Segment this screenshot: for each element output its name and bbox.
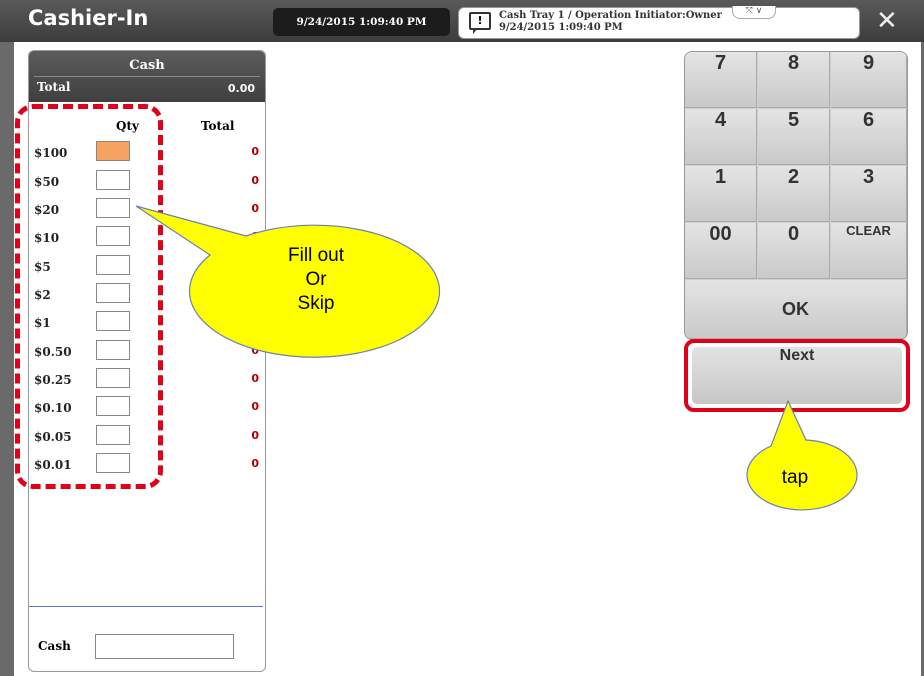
numeric-keypad: 7 8 9 4 5 6 1 2 3 00 0 CLEAR OK <box>684 51 908 340</box>
cash-header: Cash Total 0.00 <box>29 51 265 102</box>
key-3[interactable]: 3 <box>831 166 907 222</box>
key-8[interactable]: 8 <box>758 52 830 108</box>
denomination-total: 0 <box>251 457 259 470</box>
key-9[interactable]: 9 <box>831 52 907 108</box>
denomination-total: 0 <box>251 174 259 187</box>
message-time: 9/24/2015 1:09:40 PM <box>499 22 623 33</box>
callout-line: Fill out <box>288 245 344 266</box>
message-icon-tail <box>473 28 478 34</box>
total-column-header: Total <box>201 119 235 133</box>
panel-divider <box>29 606 263 607</box>
denomination-total: 0 <box>251 202 259 215</box>
cash-label: Cash <box>38 639 71 653</box>
fill-callout-text: Fill out Or Skip <box>246 244 386 316</box>
message-text: Cash Tray 1 / Operation Initiator:Owner <box>499 10 722 21</box>
denomination-total: 0 <box>251 400 259 413</box>
total-value: 0.00 <box>227 82 255 95</box>
key-6[interactable]: 6 <box>831 109 907 165</box>
cash-panel-title: Cash <box>129 58 165 73</box>
key-00[interactable]: 00 <box>685 223 757 279</box>
close-icon[interactable]: ✕ <box>876 6 898 36</box>
tap-callout-text: tap <box>781 467 809 488</box>
callout-line: Skip <box>297 293 335 314</box>
title-bar: Cashier-In 9/24/2015 1:09:40 PM ! Cash T… <box>0 0 924 42</box>
qty-column-highlight <box>15 104 163 489</box>
total-label: Total <box>37 80 71 94</box>
ok-button[interactable]: OK <box>685 280 907 339</box>
clear-button[interactable]: CLEAR <box>831 223 907 279</box>
key-7[interactable]: 7 <box>685 52 757 108</box>
denomination-total: 0 <box>251 429 259 442</box>
denomination-total: 0 <box>251 145 259 158</box>
datetime-display: 9/24/2015 1:09:40 PM <box>273 8 450 36</box>
denomination-total: 0 <box>251 230 259 243</box>
window-title: Cashier-In <box>28 6 149 30</box>
message-box[interactable]: ! Cash Tray 1 / Operation Initiator:Owne… <box>458 6 860 39</box>
callout-line: Or <box>305 269 327 290</box>
key-1[interactable]: 1 <box>685 166 757 222</box>
denomination-total: 0 <box>251 344 259 357</box>
key-2[interactable]: 2 <box>758 166 830 222</box>
key-5[interactable]: 5 <box>758 109 830 165</box>
key-0[interactable]: 0 <box>758 223 830 279</box>
cash-input[interactable] <box>95 634 234 659</box>
next-button[interactable]: Next <box>692 347 902 404</box>
denomination-total: 0 <box>251 372 259 385</box>
expand-collapse-icon[interactable]: ⤧ ∨ <box>732 6 776 19</box>
key-4[interactable]: 4 <box>685 109 757 165</box>
header-divider <box>34 76 260 77</box>
